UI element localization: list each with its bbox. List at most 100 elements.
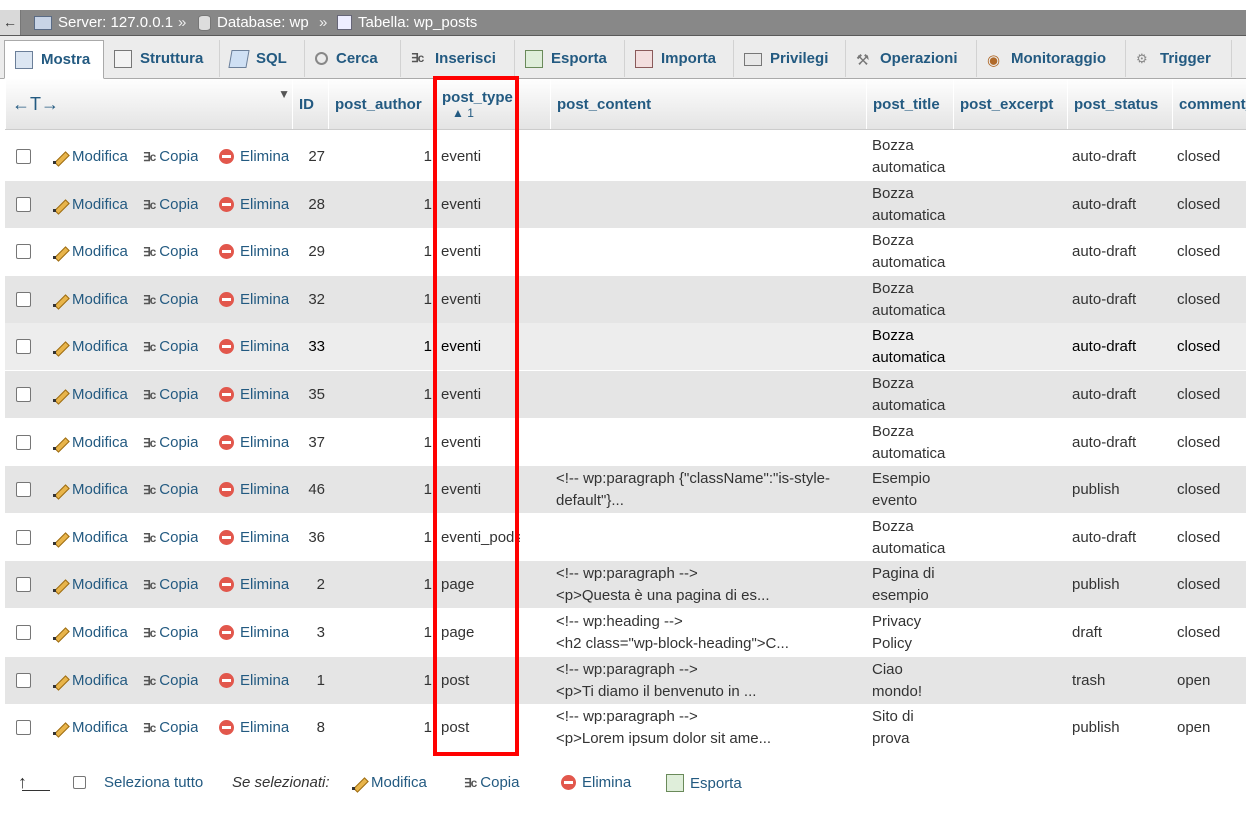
delete-link[interactable]: Elimina — [219, 657, 289, 704]
copy-link[interactable]: ∃c Copia — [143, 419, 198, 466]
column-move-arrows-icon[interactable]: ←T→ — [12, 94, 59, 115]
bulk-delete-button[interactable]: Elimina — [561, 774, 631, 791]
copy-icon: ∃c — [143, 673, 156, 688]
cell-post-type: eventi — [441, 337, 482, 355]
delete-link[interactable]: Elimina — [219, 181, 289, 228]
header-post-type[interactable]: post_type ▲ 1 — [433, 79, 550, 129]
copy-link[interactable]: ∃c Copia — [143, 657, 198, 704]
row-checkbox-cell — [16, 514, 36, 561]
delete-link[interactable]: Elimina — [219, 514, 289, 561]
copy-link[interactable]: ∃c Copia — [143, 371, 198, 418]
edit-link[interactable]: Modifica — [52, 657, 128, 704]
delete-link[interactable]: Elimina — [219, 228, 289, 275]
row-checkbox[interactable] — [16, 435, 31, 450]
cell-post-title: Sito di prova — [872, 707, 914, 747]
header-post-author[interactable]: post_author — [328, 79, 433, 129]
breadcrumb-database[interactable]: Database: wp — [198, 10, 309, 35]
header-post-title[interactable]: post_title — [866, 79, 953, 129]
edit-link[interactable]: Modifica — [52, 228, 128, 275]
tab-cerca[interactable]: Cerca — [305, 40, 401, 77]
header-comment-status[interactable]: comment_ — [1172, 79, 1246, 129]
breadcrumb-server[interactable]: Server: 127.0.0.1 — [34, 10, 173, 35]
copy-link[interactable]: ∃c Copia — [143, 466, 198, 513]
copy-link[interactable]: ∃c Copia — [143, 561, 198, 608]
row-checkbox[interactable] — [16, 577, 31, 592]
tab-trigger[interactable]: ⚙ Trigger — [1126, 40, 1232, 77]
edit-link[interactable]: Modifica — [52, 276, 128, 323]
delete-link[interactable]: Elimina — [219, 704, 289, 751]
edit-link[interactable]: Modifica — [52, 181, 128, 228]
edit-link[interactable]: Modifica — [52, 323, 128, 370]
row-checkbox[interactable] — [16, 673, 31, 688]
dropdown-triangle-icon[interactable]: ▼ — [278, 87, 290, 101]
select-all-checkbox[interactable] — [73, 776, 86, 789]
cell-comment-status: closed — [1177, 623, 1221, 641]
delete-link[interactable]: Elimina — [219, 276, 289, 323]
row-checkbox[interactable] — [16, 292, 31, 307]
cell-post-type: post — [441, 718, 470, 736]
delete-link[interactable]: Elimina — [219, 133, 289, 180]
copy-link[interactable]: ∃c Copia — [143, 133, 198, 180]
bulk-copy-button[interactable]: ∃c Copia — [464, 774, 519, 791]
table-row: Modifica ∃c Copia Elimina 32 1 eventi Bozza auto… — [5, 276, 1246, 323]
tab-sql[interactable]: SQL — [220, 40, 305, 77]
header-post-status[interactable]: post_status — [1067, 79, 1172, 129]
tab-monitoraggio[interactable]: ◉ Monitoraggio — [977, 40, 1126, 77]
tab-importa[interactable]: Importa — [625, 40, 734, 77]
bulk-edit-button[interactable]: Modifica — [351, 774, 427, 791]
tab-inserisci[interactable]: ∃c Inserisci — [401, 40, 515, 77]
row-checkbox[interactable] — [16, 387, 31, 402]
bulk-export-button[interactable]: Esporta — [666, 774, 742, 792]
row-checkbox[interactable] — [16, 720, 31, 735]
header-id[interactable]: ID — [292, 79, 328, 129]
tab-esporta[interactable]: Esporta — [515, 40, 625, 77]
tab-struttura[interactable]: Struttura — [104, 40, 220, 77]
edit-link[interactable]: Modifica — [52, 561, 128, 608]
delete-link[interactable]: Elimina — [219, 371, 289, 418]
header-post-excerpt[interactable]: post_excerpt — [953, 79, 1067, 129]
table-row: Modifica ∃c Copia Elimina 1 1 post <!-- wp:para… — [5, 657, 1246, 704]
delete-link[interactable]: Elimina — [219, 419, 289, 466]
cell-post-author: 1 — [423, 385, 432, 403]
edit-link[interactable]: Modifica — [52, 609, 128, 656]
copy-link[interactable]: ∃c Copia — [143, 228, 198, 275]
copy-link[interactable]: ∃c Copia — [143, 609, 198, 656]
edit-link[interactable]: Modifica — [52, 704, 128, 751]
row-checkbox[interactable] — [16, 482, 31, 497]
edit-link[interactable]: Modifica — [52, 419, 128, 466]
cell-post-content — [556, 514, 861, 561]
delete-link[interactable]: Elimina — [219, 466, 289, 513]
tab-mostra[interactable]: Mostra — [4, 40, 104, 79]
delete-link[interactable]: Elimina — [219, 561, 289, 608]
tab-operazioni[interactable]: ⚒ Operazioni — [846, 40, 977, 77]
edit-link[interactable]: Modifica — [52, 466, 128, 513]
trigger-icon: ⚙ — [1136, 50, 1148, 66]
breadcrumb-table[interactable]: Tabella: wp_posts — [337, 10, 477, 35]
row-checkbox[interactable] — [16, 244, 31, 259]
row-checkbox[interactable] — [16, 149, 31, 164]
row-checkbox[interactable] — [16, 197, 31, 212]
row-checkbox[interactable] — [16, 530, 31, 545]
delete-link[interactable]: Elimina — [219, 323, 289, 370]
cell-id: 33 — [308, 337, 325, 355]
delete-link[interactable]: Elimina — [219, 609, 289, 656]
back-arrow-icon[interactable]: ← — [0, 10, 21, 35]
copy-link[interactable]: ∃c Copia — [143, 181, 198, 228]
copy-link[interactable]: ∃c Copia — [143, 323, 198, 370]
cell-post-status: publish — [1072, 575, 1120, 593]
header-post-content[interactable]: post_content — [550, 79, 866, 129]
edit-link[interactable]: Modifica — [52, 371, 128, 418]
row-checkbox[interactable] — [16, 625, 31, 640]
copy-link[interactable]: ∃c Copia — [143, 276, 198, 323]
select-all[interactable]: Seleziona tutto — [73, 774, 203, 791]
copy-icon: ∃c — [143, 625, 156, 640]
copy-link[interactable]: ∃c Copia — [143, 704, 198, 751]
row-checkbox[interactable] — [16, 339, 31, 354]
cell-post-title: Privacy Policy — [872, 612, 922, 652]
copy-link[interactable]: ∃c Copia — [143, 514, 198, 561]
delete-icon — [561, 775, 576, 790]
edit-link[interactable]: Modifica — [52, 514, 128, 561]
edit-link[interactable]: Modifica — [52, 133, 128, 180]
tab-privilegi[interactable]: Privilegi — [734, 40, 846, 77]
cell-id: 46 — [308, 480, 325, 498]
